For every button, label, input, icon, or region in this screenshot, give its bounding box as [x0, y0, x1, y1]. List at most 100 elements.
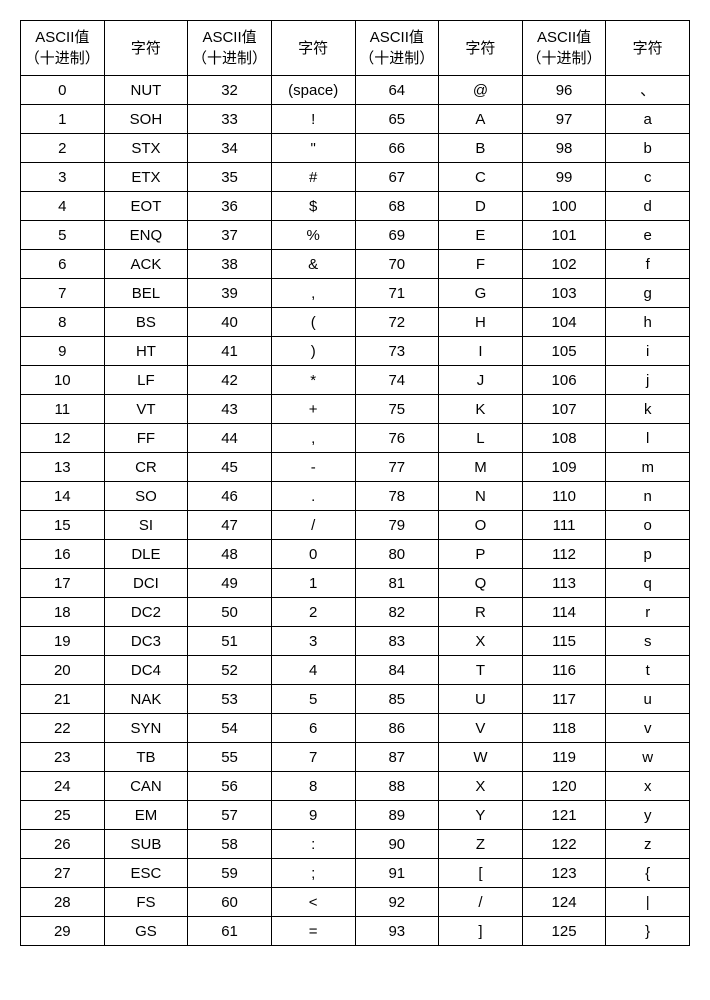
ascii-value-cell: 82: [355, 598, 439, 627]
char-cell: r: [606, 598, 690, 627]
char-cell: FS: [104, 888, 188, 917]
table-row: 28FS60<92/124|: [21, 888, 690, 917]
ascii-value-cell: 53: [188, 685, 272, 714]
char-cell: CR: [104, 453, 188, 482]
ascii-value-cell: 55: [188, 743, 272, 772]
table-row: 20DC452484T116t: [21, 656, 690, 685]
ascii-value-cell: 43: [188, 395, 272, 424]
table-row: 14SO46.78N110n: [21, 482, 690, 511]
ascii-value-cell: 54: [188, 714, 272, 743]
ascii-value-cell: 7: [21, 279, 105, 308]
ascii-table: ASCII值（十进制） 字符 ASCII值（十进制） 字符 ASCII值（十进制…: [20, 20, 690, 946]
char-cell: e: [606, 221, 690, 250]
char-cell: DC4: [104, 656, 188, 685]
table-body: 0NUT32(space)64@96、1SOH33!65A97a2STX34"6…: [21, 76, 690, 946]
char-cell: K: [439, 395, 523, 424]
ascii-value-cell: 28: [21, 888, 105, 917]
char-cell: 9: [271, 801, 355, 830]
ascii-value-cell: 9: [21, 337, 105, 366]
table-row: 19DC351383X115s: [21, 627, 690, 656]
char-cell: A: [439, 105, 523, 134]
table-row: 15SI47/79O111o: [21, 511, 690, 540]
ascii-value-cell: 120: [522, 772, 606, 801]
table-row: 8BS40(72H104h: [21, 308, 690, 337]
ascii-value-cell: 112: [522, 540, 606, 569]
ascii-value-cell: 99: [522, 163, 606, 192]
char-cell: VT: [104, 395, 188, 424]
ascii-value-cell: 125: [522, 917, 606, 946]
char-cell: Y: [439, 801, 523, 830]
table-row: 10LF42*74J106j: [21, 366, 690, 395]
ascii-value-cell: 97: [522, 105, 606, 134]
char-cell: BS: [104, 308, 188, 337]
char-cell: 5: [271, 685, 355, 714]
char-cell: G: [439, 279, 523, 308]
char-cell: SUB: [104, 830, 188, 859]
char-cell: 2: [271, 598, 355, 627]
char-cell: /: [271, 511, 355, 540]
ascii-value-cell: 116: [522, 656, 606, 685]
table-row: 0NUT32(space)64@96、: [21, 76, 690, 105]
char-cell: X: [439, 627, 523, 656]
ascii-value-cell: 113: [522, 569, 606, 598]
ascii-value-cell: 121: [522, 801, 606, 830]
table-header-row: ASCII值（十进制） 字符 ASCII值（十进制） 字符 ASCII值（十进制…: [21, 21, 690, 76]
char-cell: u: [606, 685, 690, 714]
char-cell: DLE: [104, 540, 188, 569]
ascii-value-cell: 29: [21, 917, 105, 946]
ascii-value-cell: 48: [188, 540, 272, 569]
ascii-value-cell: 33: [188, 105, 272, 134]
char-cell: BEL: [104, 279, 188, 308]
table-row: 29GS61=93]125}: [21, 917, 690, 946]
table-row: 25EM57989Y121y: [21, 801, 690, 830]
table-row: 11VT43+75K107k: [21, 395, 690, 424]
ascii-value-cell: 20: [21, 656, 105, 685]
ascii-value-cell: 18: [21, 598, 105, 627]
char-cell: ,: [271, 279, 355, 308]
ascii-value-cell: 59: [188, 859, 272, 888]
char-cell: B: [439, 134, 523, 163]
ascii-value-cell: 77: [355, 453, 439, 482]
ascii-value-cell: 93: [355, 917, 439, 946]
char-cell: q: [606, 569, 690, 598]
ascii-value-cell: 14: [21, 482, 105, 511]
ascii-value-cell: 47: [188, 511, 272, 540]
char-cell: ENQ: [104, 221, 188, 250]
char-cell: SO: [104, 482, 188, 511]
ascii-value-cell: 38: [188, 250, 272, 279]
ascii-value-cell: 80: [355, 540, 439, 569]
col-ascii-value: ASCII值（十进制）: [355, 21, 439, 76]
table-row: 17DCI49181Q113q: [21, 569, 690, 598]
col-ascii-value: ASCII值（十进制）: [522, 21, 606, 76]
ascii-value-cell: 96: [522, 76, 606, 105]
ascii-value-cell: 87: [355, 743, 439, 772]
ascii-value-cell: 122: [522, 830, 606, 859]
ascii-value-cell: 83: [355, 627, 439, 656]
col-ascii-value: ASCII值（十进制）: [21, 21, 105, 76]
char-cell: -: [271, 453, 355, 482]
char-cell: 7: [271, 743, 355, 772]
ascii-value-cell: 104: [522, 308, 606, 337]
char-cell: |: [606, 888, 690, 917]
ascii-value-cell: 19: [21, 627, 105, 656]
char-cell: O: [439, 511, 523, 540]
ascii-value-cell: 58: [188, 830, 272, 859]
ascii-value-cell: 2: [21, 134, 105, 163]
char-cell: !: [271, 105, 355, 134]
ascii-value-cell: 45: [188, 453, 272, 482]
char-cell: %: [271, 221, 355, 250]
char-cell: ): [271, 337, 355, 366]
ascii-value-cell: 72: [355, 308, 439, 337]
ascii-value-cell: 86: [355, 714, 439, 743]
char-cell: 0: [271, 540, 355, 569]
char-cell: DC2: [104, 598, 188, 627]
char-cell: J: [439, 366, 523, 395]
ascii-value-cell: 118: [522, 714, 606, 743]
char-cell: ]: [439, 917, 523, 946]
char-cell: Z: [439, 830, 523, 859]
char-cell: DCI: [104, 569, 188, 598]
col-char: 字符: [606, 21, 690, 76]
table-row: 4EOT36$68D100d: [21, 192, 690, 221]
ascii-value-cell: 40: [188, 308, 272, 337]
ascii-value-cell: 50: [188, 598, 272, 627]
